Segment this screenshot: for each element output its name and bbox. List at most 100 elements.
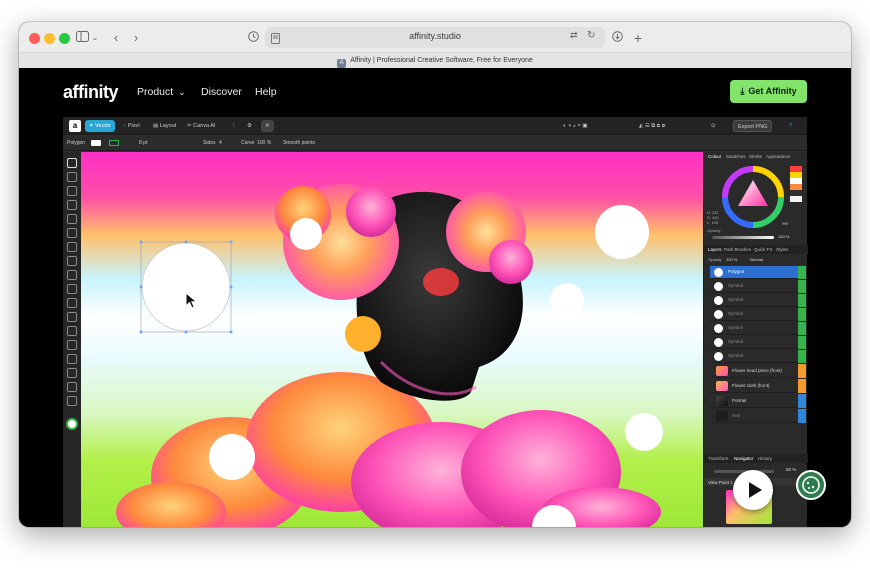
tab-active[interactable]: A Affinity | Professional Creative Softwa…: [19, 52, 851, 68]
layer-opacity[interactable]: 100 %: [726, 257, 737, 262]
zoom-window-button[interactable]: [59, 33, 70, 44]
opacity-value[interactable]: 100 %: [778, 234, 789, 239]
curve-input[interactable]: 100 %: [257, 139, 271, 147]
get-affinity-button[interactable]: ⤓ Get Affinity: [730, 80, 807, 103]
layer-stripe: [798, 280, 806, 293]
layer-group-row[interactable]: Hair: [710, 409, 806, 423]
stroke-swatch[interactable]: [109, 140, 119, 146]
affinity-logo[interactable]: affinity: [63, 82, 119, 103]
tab-quick-fx[interactable]: Quick FX: [754, 247, 773, 252]
tab-navigator[interactable]: Navigator: [734, 456, 753, 461]
download-arrow-icon: ⤓: [740, 86, 745, 96]
tab-stroke[interactable]: Stroke: [749, 154, 762, 159]
nav-discover[interactable]: Discover: [201, 86, 242, 98]
nav-product[interactable]: Product ⌄: [137, 86, 186, 98]
crop-tool-icon[interactable]: [67, 200, 77, 210]
forward-icon[interactable]: ›: [131, 30, 141, 46]
address-bar[interactable]: affinity.studio ⇄ ↻: [265, 27, 605, 48]
nav-help[interactable]: Help: [255, 86, 277, 98]
blend-mode[interactable]: Normal: [750, 257, 763, 262]
play-button[interactable]: [733, 470, 773, 510]
snap-icon[interactable]: ⊙: [707, 120, 720, 132]
layer-group-row[interactable]: Flower head piece (front): [710, 364, 806, 378]
layer-row[interactable]: Symbol: [710, 322, 806, 335]
tab-path-brushes[interactable]: Path Brushes: [724, 247, 751, 252]
layer-stripe: [798, 322, 806, 335]
opacity-slider[interactable]: [712, 236, 774, 239]
smooth-points-button[interactable]: Smooth points: [283, 139, 315, 147]
tab-colour[interactable]: Colour: [708, 154, 721, 159]
swatch-strip[interactable]: [790, 166, 802, 202]
curve-label: Curve: [241, 140, 255, 146]
more-icon[interactable]: ⋮: [227, 120, 241, 132]
eyedropper-tool-icon[interactable]: [67, 368, 77, 378]
zoom-value[interactable]: 50 %: [786, 467, 796, 472]
pen-tool-icon[interactable]: [67, 228, 77, 238]
sides-input[interactable]: 4: [219, 139, 222, 147]
layer-row[interactable]: Symbol: [710, 280, 806, 293]
chevron-down-icon[interactable]: ⌄: [91, 30, 99, 46]
sidebar-icon[interactable]: [75, 30, 89, 46]
zoom-tool-icon[interactable]: [67, 396, 77, 406]
export-button[interactable]: Export PNG: [733, 120, 773, 132]
image-tool-icon[interactable]: [67, 326, 77, 336]
fill-swatch[interactable]: [91, 140, 101, 146]
browser-window: ⌄ ‹ › affinity.studio ⇄ ↻ + A Affinity | …: [19, 22, 851, 527]
layer-row[interactable]: Symbol: [710, 294, 806, 307]
layer-group-row[interactable]: Flower cloth (front): [710, 379, 806, 393]
cursor-icon: [185, 292, 198, 309]
align-icons-group[interactable]: ◭ ☰ ⧉ ⧈ ⧇: [635, 120, 669, 132]
tab-history[interactable]: History: [758, 456, 772, 461]
tab-appearance[interactable]: Appearance: [766, 154, 790, 159]
back-icon[interactable]: ‹: [111, 30, 121, 46]
download-icon[interactable]: [611, 30, 623, 46]
node-tool-icon[interactable]: [67, 172, 77, 182]
tab-transform[interactable]: Transform: [708, 456, 728, 461]
mode-pixel[interactable]: ◌ Pixel: [119, 120, 144, 132]
export-label: Export PNG: [738, 124, 768, 130]
tab-styles[interactable]: Styles: [776, 247, 788, 252]
ellipse-tool-icon[interactable]: [67, 298, 77, 308]
polygon-tool-icon[interactable]: [67, 312, 77, 322]
layer-thumb: [714, 268, 723, 277]
assets-icon[interactable]: ⚙: [243, 120, 256, 132]
layer-group-row[interactable]: Portrait: [710, 394, 806, 408]
view-point-label: View Point 1: [708, 480, 733, 485]
layer-row[interactable]: Polygon: [710, 266, 806, 279]
translate-icon[interactable]: ⇄: [570, 30, 578, 41]
text-tool-icon[interactable]: [67, 340, 77, 350]
move-tool-icon[interactable]: [67, 158, 77, 168]
reload-icon[interactable]: ↻: [587, 30, 595, 41]
mode-canva-ai[interactable]: ✂ Canva AI: [183, 120, 219, 132]
new-tab-icon[interactable]: +: [632, 30, 644, 46]
tab-layers[interactable]: Layers: [708, 247, 722, 252]
shape-tool-icon[interactable]: [67, 214, 77, 224]
stroke-width[interactable]: 8 pt: [139, 139, 147, 147]
mode-layout[interactable]: ▤ Layout: [149, 120, 180, 132]
tab-swatches[interactable]: Swatches: [726, 154, 746, 159]
fill-tool-icon[interactable]: [67, 270, 77, 280]
layer-row[interactable]: Symbol: [710, 336, 806, 349]
close-doc-icon[interactable]: ✕: [261, 120, 274, 132]
minimize-window-button[interactable]: [44, 33, 55, 44]
close-window-button[interactable]: [29, 33, 40, 44]
layer-row[interactable]: Symbol: [710, 308, 806, 321]
layer-stripe: [798, 350, 806, 363]
mode-vector[interactable]: ✦ Vector: [85, 120, 115, 132]
select-tool-icon[interactable]: [67, 186, 77, 196]
hand-tool-icon[interactable]: [67, 382, 77, 392]
history-icon[interactable]: [247, 30, 259, 46]
color-well[interactable]: [66, 418, 78, 430]
rectangle-tool-icon[interactable]: [67, 284, 77, 294]
cookie-settings-button[interactable]: [796, 470, 826, 500]
color-wheel[interactable]: [722, 166, 784, 228]
toolbar-icons-group[interactable]: ◐ ◑ ◒ ◓ ▣: [559, 120, 592, 132]
help-icon[interactable]: ?: [785, 120, 796, 132]
canvas-artwork[interactable]: [81, 152, 703, 527]
hex-value[interactable]: ffffff: [782, 221, 788, 226]
gradient-tool-icon[interactable]: [67, 354, 77, 364]
layer-row[interactable]: Symbol: [710, 350, 806, 363]
brush-tool-icon[interactable]: [67, 256, 77, 266]
layer-name: Symbol: [728, 325, 744, 330]
pencil-tool-icon[interactable]: [67, 242, 77, 252]
